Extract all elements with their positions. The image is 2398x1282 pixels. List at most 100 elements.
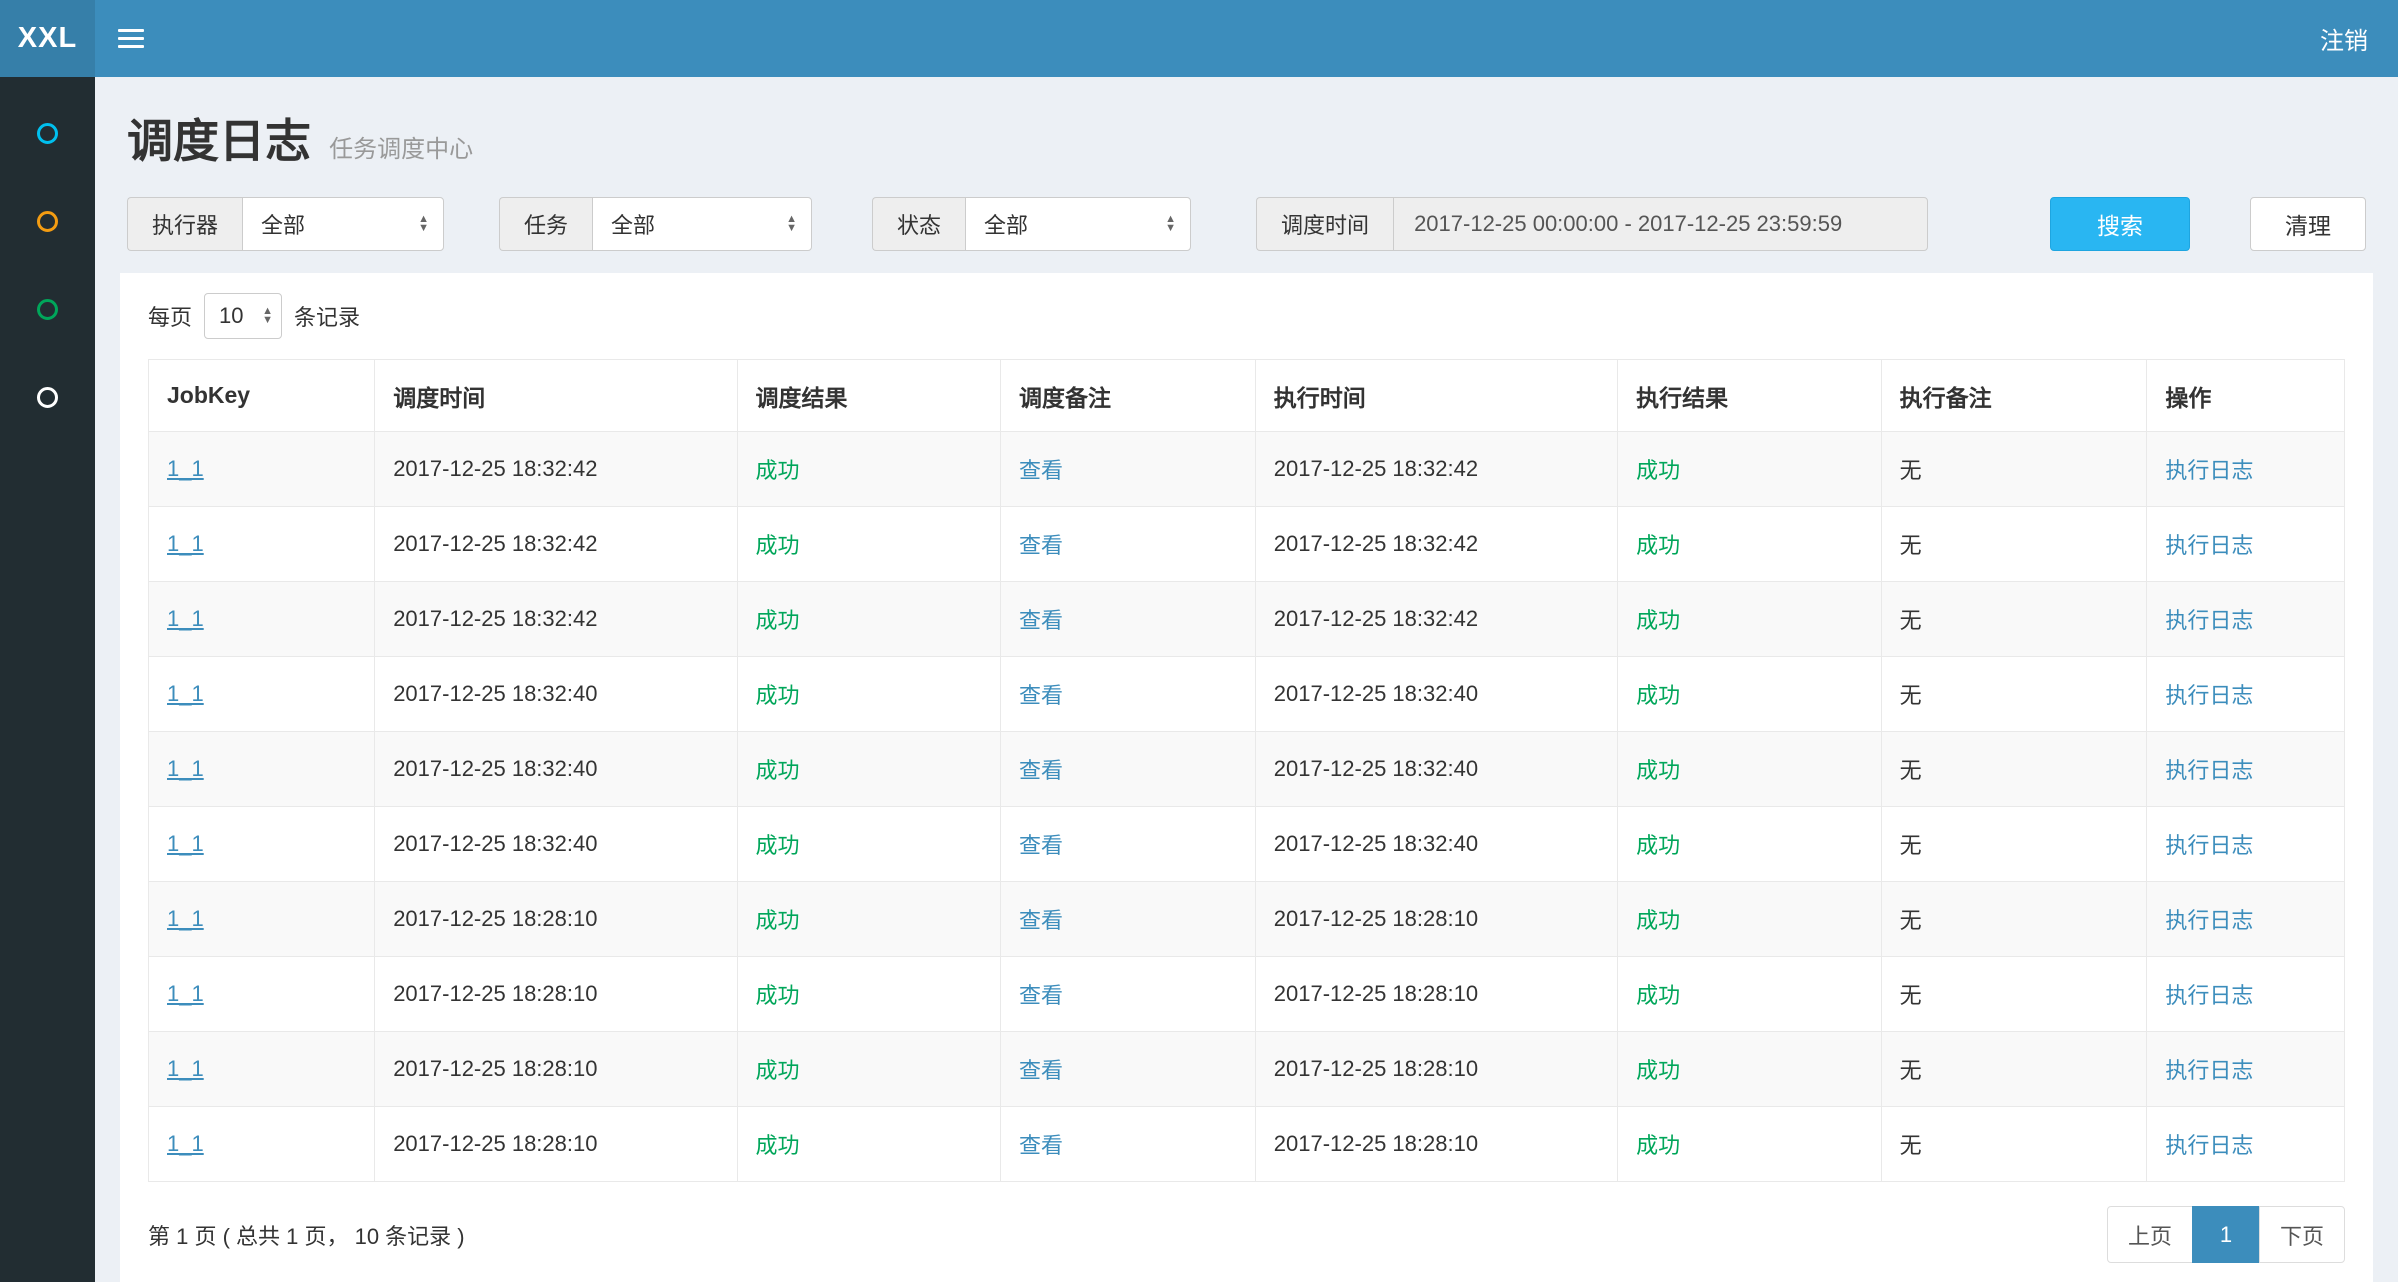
circle-outline-icon — [37, 387, 58, 408]
table-row: 1_12017-12-25 18:28:10成功查看2017-12-25 18:… — [149, 882, 2345, 957]
trigger-result-cell: 成功 — [756, 1058, 800, 1083]
page-size-prefix-label: 每页 — [148, 300, 192, 332]
trigger-time-cell: 2017-12-25 18:32:42 — [393, 456, 597, 481]
trigger-remark-link[interactable]: 查看 — [1019, 533, 1063, 558]
handle-result-cell: 成功 — [1636, 533, 1680, 558]
trigger-result-cell: 成功 — [756, 1133, 800, 1158]
trigger-time-cell: 2017-12-25 18:28:10 — [393, 1131, 597, 1156]
page-summary: 第 1 页 ( 总共 1 页， 10 条记录 ) — [148, 1219, 465, 1251]
sidebar — [0, 77, 95, 1282]
trigger-remark-link[interactable]: 查看 — [1019, 833, 1063, 858]
sidebar-menu-item[interactable] — [0, 177, 95, 265]
jobkey-link[interactable]: 1_1 — [167, 531, 204, 556]
sidebar-toggle-button[interactable] — [95, 0, 167, 77]
column-header: 调度时间 — [375, 360, 737, 432]
execution-log-link[interactable]: 执行日志 — [2165, 1058, 2253, 1083]
handle-remark-cell: 无 — [1900, 533, 1922, 558]
execution-log-link[interactable]: 执行日志 — [2165, 758, 2253, 783]
page-size-control: 每页 10 ▲▼ 条记录 — [148, 293, 2345, 339]
handle-time-cell: 2017-12-25 18:32:42 — [1274, 606, 1478, 631]
handle-remark-cell: 无 — [1900, 1133, 1922, 1158]
handle-remark-cell: 无 — [1900, 1058, 1922, 1083]
clear-button[interactable]: 清理 — [2250, 197, 2366, 251]
page-size-suffix-label: 条记录 — [294, 300, 360, 332]
handle-time-cell: 2017-12-25 18:32:42 — [1274, 531, 1478, 556]
trigger-time-range-input[interactable] — [1393, 197, 1928, 251]
handle-result-cell: 成功 — [1636, 758, 1680, 783]
pagination-next-button[interactable]: 下页 — [2259, 1206, 2345, 1263]
handle-remark-cell: 无 — [1900, 983, 1922, 1008]
table-row: 1_12017-12-25 18:32:40成功查看2017-12-25 18:… — [149, 807, 2345, 882]
table-row: 1_1 2017-12-25 18:32:42 成功 查看 2017-12-25 18:… — [149, 507, 2345, 582]
table-row: 1_12017-12-25 18:32:42成功查看2017-12-25 18:… — [149, 432, 2345, 507]
pagination-prev-button[interactable]: 上页 — [2107, 1206, 2193, 1263]
handle-time-cell: 2017-12-25 18:32:40 — [1274, 756, 1478, 781]
table-row: 1_12017-12-25 18:28:10成功查看2017-12-25 18:… — [149, 1107, 2345, 1182]
trigger-remark-link[interactable]: 查看 — [1019, 908, 1063, 933]
execution-log-link[interactable]: 执行日志 — [2165, 608, 2253, 633]
handle-result-cell: 成功 — [1636, 833, 1680, 858]
trigger-remark-link[interactable]: 查看 — [1019, 1058, 1063, 1083]
sidebar-menu-item[interactable] — [0, 265, 95, 353]
pagination-current-page[interactable]: 1 — [2192, 1206, 2260, 1263]
handle-time-cell: 2017-12-25 18:32:40 — [1274, 831, 1478, 856]
table-row: 1_12017-12-25 18:28:10成功查看2017-12-25 18:… — [149, 1032, 2345, 1107]
execution-log-link[interactable]: 执行日志 — [2165, 983, 2253, 1008]
execution-log-link[interactable]: 执行日志 — [2165, 533, 2253, 558]
handle-remark-cell: 无 — [1900, 608, 1922, 633]
handle-time-cell: 2017-12-25 18:32:40 — [1274, 681, 1478, 706]
trigger-result-cell: 成功 — [756, 758, 800, 783]
navbar-right: 注销 — [2320, 0, 2398, 77]
table-row: 1_12017-12-25 18:32:40成功查看2017-12-25 18:… — [149, 657, 2345, 732]
handle-remark-cell: 无 — [1900, 833, 1922, 858]
handle-result-cell: 成功 — [1636, 458, 1680, 483]
trigger-time-cell: 2017-12-25 18:32:42 — [393, 531, 597, 556]
jobkey-link[interactable]: 1_1 — [167, 906, 204, 931]
log-table: JobKey调度时间调度结果调度备注执行时间执行结果执行备注操作 1_1 2017… — [148, 359, 2345, 1182]
column-header: 执行时间 — [1255, 360, 1617, 432]
trigger-remark-link[interactable]: 查看 — [1019, 608, 1063, 633]
execution-log-link[interactable]: 执行日志 — [2165, 833, 2253, 858]
execution-log-link[interactable]: 执行日志 — [2165, 683, 2253, 708]
sidebar-menu-item[interactable] — [0, 353, 95, 441]
jobkey-link[interactable]: 1_1 — [167, 681, 204, 706]
page-size-select[interactable]: 10 ▲▼ — [204, 293, 282, 339]
top-navbar: XXL 注销 — [0, 0, 2398, 77]
pagination: 上页 1 下页 — [2107, 1206, 2345, 1263]
executor-filter-select[interactable]: 全部 ▲▼ — [242, 197, 444, 251]
search-button[interactable]: 搜索 — [2050, 197, 2190, 251]
handle-result-cell: 成功 — [1636, 1133, 1680, 1158]
table-header-row: JobKey调度时间调度结果调度备注执行时间执行结果执行备注操作 — [149, 360, 2345, 432]
circle-outline-icon — [37, 211, 58, 232]
handle-remark-cell: 无 — [1900, 908, 1922, 933]
trigger-remark-link[interactable]: 查看 — [1019, 758, 1063, 783]
jobkey-link[interactable]: 1_1 — [167, 606, 204, 631]
app-logo[interactable]: XXL — [0, 0, 95, 77]
jobkey-link[interactable]: 1_1 — [167, 1056, 204, 1081]
jobkey-link[interactable]: 1_1 — [167, 1131, 204, 1156]
trigger-remark-link[interactable]: 查看 — [1019, 1133, 1063, 1158]
column-header: JobKey — [149, 360, 375, 432]
status-filter-select[interactable]: 全部 ▲▼ — [965, 197, 1191, 251]
sidebar-menu-item[interactable] — [0, 89, 95, 177]
trigger-remark-link[interactable]: 查看 — [1019, 983, 1063, 1008]
jobkey-link[interactable]: 1_1 — [167, 831, 204, 856]
table-row: 1_12017-12-25 18:28:10成功查看2017-12-25 18:… — [149, 957, 2345, 1032]
trigger-remark-link[interactable]: 查看 — [1019, 458, 1063, 483]
handle-result-cell: 成功 — [1636, 908, 1680, 933]
jobkey-link[interactable]: 1_1 — [167, 756, 204, 781]
column-header: 调度结果 — [737, 360, 1001, 432]
job-filter-select[interactable]: 全部 ▲▼ — [592, 197, 812, 251]
jobkey-link[interactable]: 1_1 — [167, 456, 204, 481]
execution-log-link[interactable]: 执行日志 — [2165, 908, 2253, 933]
execution-log-link[interactable]: 执行日志 — [2165, 458, 2253, 483]
execution-log-link[interactable]: 执行日志 — [2165, 1133, 2253, 1158]
circle-outline-icon — [37, 299, 58, 320]
filter-bar: 执行器 全部 ▲▼ 任务 全部 ▲▼ 状态 全部 ▲▼ 调度时间 搜索 清理 — [95, 183, 2398, 251]
status-filter-label: 状态 — [872, 197, 965, 251]
trigger-remark-link[interactable]: 查看 — [1019, 683, 1063, 708]
handle-time-cell: 2017-12-25 18:28:10 — [1274, 906, 1478, 931]
jobkey-link[interactable]: 1_1 — [167, 981, 204, 1006]
logout-link[interactable]: 注销 — [2320, 21, 2368, 56]
trigger-time-cell: 2017-12-25 18:28:10 — [393, 981, 597, 1006]
